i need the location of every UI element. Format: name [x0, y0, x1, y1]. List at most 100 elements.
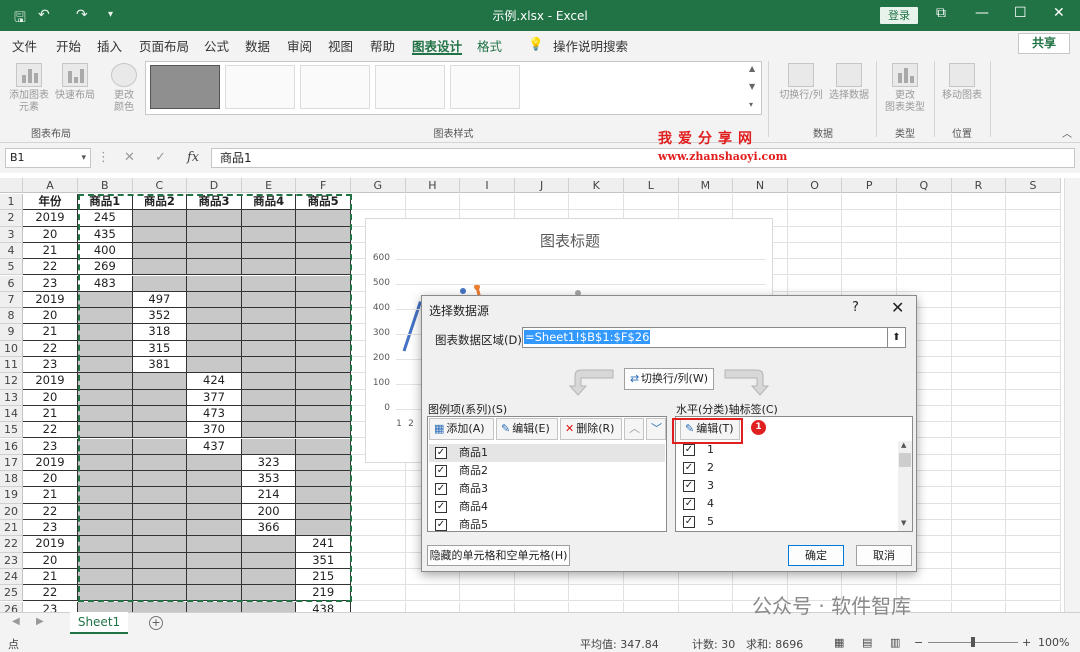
tab-formulas[interactable]: 公式 — [204, 36, 229, 55]
year-cell[interactable]: 21 — [23, 324, 78, 341]
year-cell[interactable]: 22 — [23, 503, 78, 520]
cancel-icon[interactable]: ✕ — [124, 150, 135, 165]
select-all-corner[interactable] — [0, 178, 23, 193]
cell[interactable] — [187, 340, 242, 357]
cell[interactable] — [241, 275, 297, 292]
cell[interactable] — [241, 259, 297, 276]
year-cell[interactable]: 20 — [23, 308, 78, 325]
year-cell[interactable]: 22 — [23, 340, 78, 357]
value-cell[interactable]: 424 — [187, 373, 242, 390]
cell[interactable] — [241, 357, 297, 374]
cell[interactable] — [241, 242, 297, 260]
cell[interactable] — [187, 226, 242, 243]
cell[interactable] — [1006, 291, 1061, 309]
header-cell[interactable]: 商品2 — [132, 194, 188, 211]
cell[interactable] — [241, 373, 297, 390]
cell[interactable] — [460, 585, 515, 602]
value-cell[interactable]: 438 — [296, 601, 351, 612]
cell[interactable] — [296, 471, 351, 488]
cell[interactable] — [351, 487, 406, 504]
switch-row-column-button[interactable]: 切换行/列 — [775, 63, 827, 102]
cell[interactable] — [132, 422, 188, 439]
ok-button[interactable]: 确定 — [788, 545, 844, 566]
zoom-slider-thumb[interactable] — [971, 637, 975, 647]
value-cell[interactable]: 269 — [78, 259, 133, 276]
cell[interactable] — [187, 585, 242, 602]
page-layout-view-icon[interactable]: ▤ — [862, 636, 872, 649]
cell[interactable] — [296, 520, 351, 537]
row-header[interactable]: 6 — [0, 275, 23, 292]
cell[interactable] — [1006, 259, 1061, 276]
row-header[interactable]: 4 — [0, 242, 23, 260]
tab-home[interactable]: 开始 — [56, 36, 81, 55]
cell[interactable] — [187, 487, 242, 504]
cell[interactable] — [351, 471, 406, 488]
checkbox[interactable]: ✓ — [683, 516, 695, 528]
year-cell[interactable]: 20 — [23, 226, 78, 243]
cell[interactable] — [787, 210, 843, 227]
cell[interactable] — [78, 291, 133, 309]
column-header-j[interactable]: J — [514, 178, 570, 193]
cell[interactable] — [842, 194, 897, 211]
cell[interactable] — [897, 210, 952, 227]
cell[interactable] — [241, 585, 297, 602]
column-header-l[interactable]: L — [624, 178, 679, 193]
cell[interactable] — [351, 568, 406, 586]
cell[interactable] — [132, 373, 188, 390]
year-cell[interactable]: 23 — [23, 357, 78, 374]
year-cell[interactable]: 23 — [23, 601, 78, 612]
cell[interactable] — [842, 275, 897, 292]
checkbox[interactable]: ✓ — [683, 444, 695, 456]
header-cell[interactable]: 商品3 — [187, 194, 242, 211]
cell[interactable] — [951, 438, 1007, 455]
cell[interactable] — [132, 226, 188, 243]
select-data-button[interactable]: 选择数据 — [826, 63, 872, 102]
row-header[interactable]: 14 — [0, 405, 23, 423]
year-cell[interactable]: 20 — [23, 552, 78, 569]
cell[interactable] — [296, 275, 351, 292]
cell[interactable] — [1006, 389, 1061, 406]
cell[interactable] — [78, 568, 133, 586]
year-cell[interactable]: 22 — [23, 422, 78, 439]
gallery-down-icon[interactable]: ▼ — [749, 82, 755, 91]
cell[interactable] — [951, 210, 1007, 227]
zoom-level[interactable]: 100% — [1038, 636, 1069, 649]
cell[interactable] — [787, 242, 843, 260]
cell[interactable] — [897, 259, 952, 276]
cell[interactable] — [187, 471, 242, 488]
row-header[interactable]: 18 — [0, 471, 23, 488]
close-icon[interactable]: ✕ — [1053, 5, 1065, 21]
row-header[interactable]: 22 — [0, 536, 23, 553]
change-chart-type-button[interactable]: 更改 图表类型 — [882, 63, 928, 114]
quick-layout-button[interactable]: 快速布局 — [52, 63, 98, 102]
tab-page-layout[interactable]: 页面布局 — [139, 36, 189, 55]
cell[interactable] — [296, 242, 351, 260]
year-cell[interactable]: 21 — [23, 487, 78, 504]
value-cell[interactable]: 323 — [241, 454, 297, 472]
cell[interactable] — [132, 568, 188, 586]
year-cell[interactable]: 2019 — [23, 210, 78, 227]
row-header[interactable]: 12 — [0, 373, 23, 390]
zoom-out-icon[interactable]: − — [914, 636, 923, 649]
cell[interactable] — [187, 454, 242, 472]
cell[interactable] — [296, 405, 351, 423]
row-header[interactable]: 13 — [0, 389, 23, 406]
scroll-up-icon[interactable]: ▲ — [901, 441, 906, 449]
cell[interactable] — [241, 536, 297, 553]
year-cell[interactable]: 23 — [23, 520, 78, 537]
value-cell[interactable]: 381 — [132, 357, 188, 374]
cell[interactable] — [187, 259, 242, 276]
column-header-n[interactable]: N — [733, 178, 788, 193]
cell[interactable] — [951, 405, 1007, 423]
row-header[interactable]: 26 — [0, 601, 23, 612]
cell[interactable] — [1006, 242, 1061, 260]
move-up-button[interactable]: ︿ — [624, 418, 644, 440]
year-cell[interactable]: 2019 — [23, 536, 78, 553]
share-button[interactable]: 共享 — [1018, 33, 1070, 54]
value-cell[interactable]: 214 — [241, 487, 297, 504]
value-cell[interactable]: 366 — [241, 520, 297, 537]
cell[interactable] — [78, 503, 133, 520]
cell[interactable] — [78, 340, 133, 357]
cell[interactable] — [951, 552, 1007, 569]
cell[interactable] — [951, 471, 1007, 488]
